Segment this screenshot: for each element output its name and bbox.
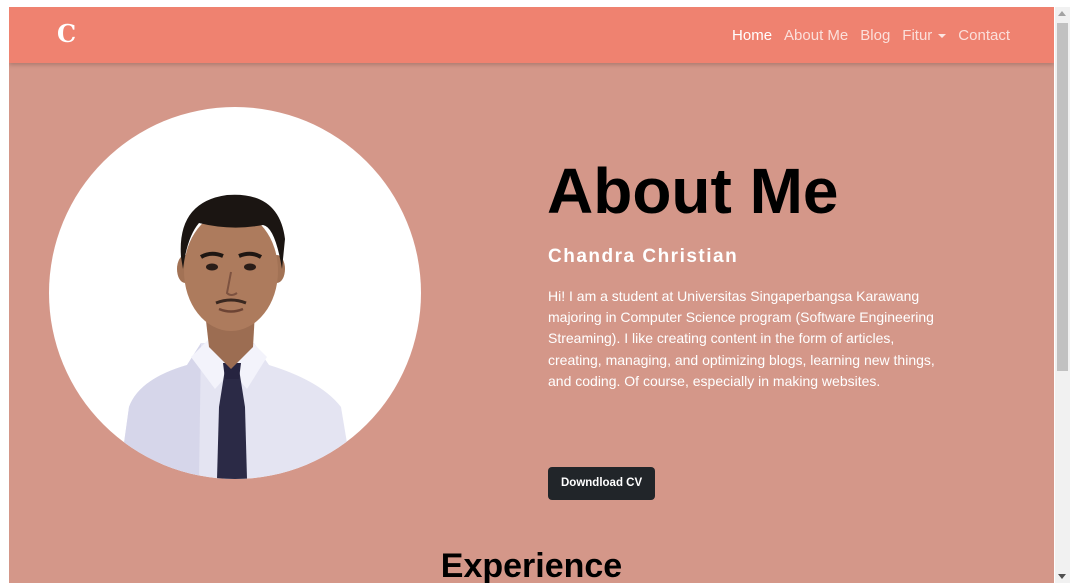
nav-link-about-me[interactable]: About Me [784, 27, 848, 44]
scroll-up-icon[interactable] [1058, 11, 1066, 16]
experience-section-title: Experience [440, 547, 623, 583]
hero-bio: Hi! I am a student at Universitas Singap… [548, 288, 935, 389]
hero-title: About Me [547, 155, 839, 227]
profile-person-illustration [119, 194, 353, 479]
brand-logo[interactable]: C [57, 20, 76, 48]
page-scrollbar[interactable] [1055, 7, 1070, 583]
nav-link-fitur-label: Fitur [902, 26, 933, 44]
nav-links: Home About Me Blog Fitur Contact [720, 7, 1010, 63]
nav-link-fitur[interactable]: Fitur [902, 26, 947, 44]
download-cv-button[interactable]: Downdload CV [548, 467, 656, 500]
hero-name: Chandra Christian [548, 246, 739, 267]
nav-link-home[interactable]: Home [732, 27, 772, 44]
scroll-down-icon[interactable] [1058, 574, 1066, 579]
profile-photo [49, 107, 421, 479]
browser-viewport: C Home About Me Blog Fitur Contact About… [0, 0, 1073, 583]
caret-down-icon [938, 33, 947, 38]
nav-link-blog[interactable]: Blog [860, 27, 890, 44]
scrollbar-thumb[interactable] [1057, 23, 1068, 371]
navbar: C Home About Me Blog Fitur Contact [9, 7, 1054, 63]
page-content: C Home About Me Blog Fitur Contact About… [9, 7, 1054, 583]
nav-link-contact[interactable]: Contact [958, 27, 1010, 44]
